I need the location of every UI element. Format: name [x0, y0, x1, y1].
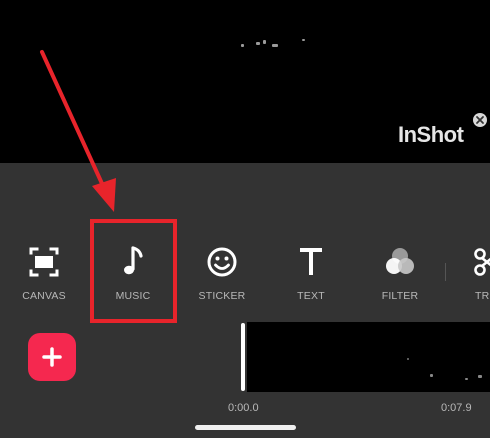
annotation-arrow [40, 50, 116, 212]
